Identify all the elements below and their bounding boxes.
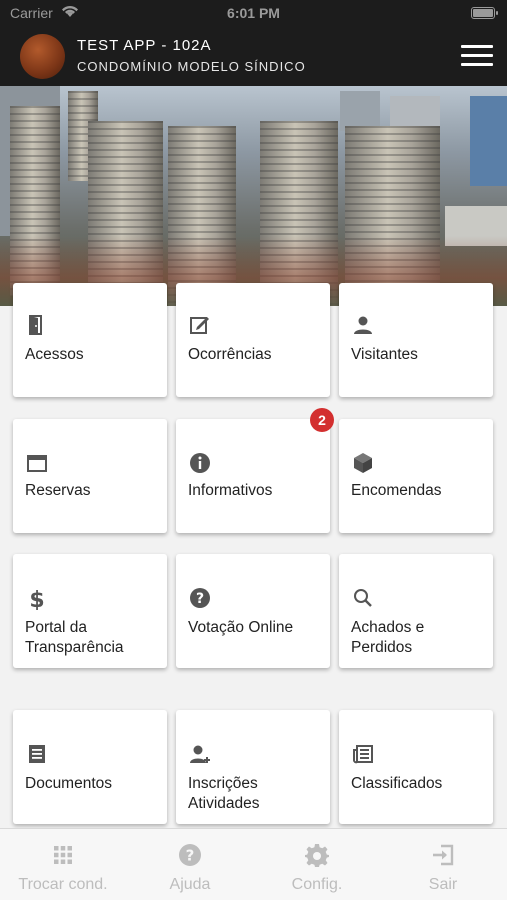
tab-trocar-condominio[interactable]: Trocar cond. [0,829,126,900]
tile-label: Votação Online [188,619,294,636]
tile-label: Inscrições Atividades [188,775,260,812]
calendar-icon [25,451,49,475]
tab-label: Trocar cond. [18,876,108,893]
svg-text:$: $ [29,588,44,610]
app-header: TEST APP - 102A CONDOMÍNIO MODELO SÍNDIC… [0,28,507,86]
tile-reservas[interactable]: Reservas [13,419,167,533]
help-icon: ? [188,586,212,610]
tile-documentos[interactable]: Documentos [13,710,167,824]
tile-acessos[interactable]: Acessos [13,283,167,397]
package-icon [351,451,375,475]
bottom-tab-bar: Trocar cond. ? Ajuda Config. Sair [0,828,507,900]
tile-label: Encomendas [351,482,442,499]
tile-label: Reservas [25,482,91,499]
document-icon [25,742,49,766]
clock: 6:01 PM [227,5,280,21]
tile-label: Classificados [351,775,443,792]
logout-icon [431,843,455,867]
tile-label: Ocorrências [188,346,272,363]
gear-icon [305,843,329,867]
help-circle-icon: ? [178,843,202,867]
tab-config[interactable]: Config. [254,829,380,900]
tile-achados-perdidos[interactable]: Achados e Perdidos [339,554,493,668]
person-icon [351,313,375,337]
tile-visitantes[interactable]: Visitantes [339,283,493,397]
status-bar: Carrier 6:01 PM [0,0,507,28]
tab-sair[interactable]: Sair [380,829,506,900]
svg-text:?: ? [186,847,195,865]
tile-votacao-online[interactable]: ? Votação Online [176,554,330,668]
tile-portal-transparencia[interactable]: $ Portal da Transparência [13,554,167,668]
hero-image [0,86,507,306]
edit-note-icon [188,313,212,337]
tab-label: Sair [428,876,458,893]
newspaper-icon [351,742,375,766]
tile-inscricoes-atividades[interactable]: Inscrições Atividades [176,710,330,824]
search-icon [351,586,375,610]
info-icon [188,451,212,475]
tab-ajuda[interactable]: ? Ajuda [127,829,253,900]
tile-label: Achados e Perdidos [351,619,425,656]
app-title: TEST APP - 102A [77,37,212,54]
battery-icon [471,7,498,19]
notification-badge: 2 [310,408,334,432]
tab-label: Config. [291,876,343,893]
grid-icon [51,843,75,867]
tile-label: Visitantes [351,346,418,363]
tile-encomendas[interactable]: Encomendas [339,419,493,533]
hamburger-menu-icon[interactable] [461,45,493,67]
person-add-icon [188,742,212,766]
condo-logo [20,34,65,79]
dollar-icon: $ [25,586,49,613]
tile-classificados[interactable]: Classificados [339,710,493,824]
tab-label: Ajuda [169,876,211,893]
tile-ocorrencias[interactable]: Ocorrências [176,283,330,397]
condo-name: CONDOMÍNIO MODELO SÍNDICO [77,59,306,74]
tile-label: Portal da Transparência [25,619,124,656]
tile-informativos[interactable]: Informativos 2 [176,408,334,533]
tile-label: Informativos [188,482,273,499]
svg-text:?: ? [196,591,204,607]
door-icon [25,313,49,337]
tile-label: Acessos [25,346,84,363]
tile-label: Documentos [25,775,113,792]
